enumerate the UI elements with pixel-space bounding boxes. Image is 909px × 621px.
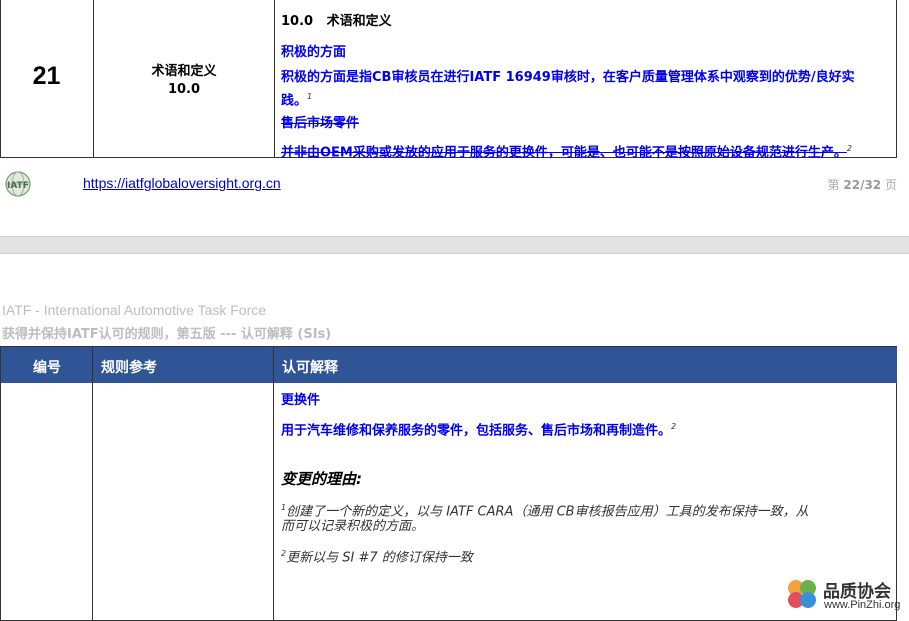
term-title-positive-aspects: 积极的方面 <box>281 45 347 60</box>
column-divider <box>273 346 274 621</box>
term-title-replacement-parts: 更换件 <box>281 393 321 408</box>
rule-reference-code: 10.0 <box>167 82 201 97</box>
column-header-rule-reference: 规则参考 <box>101 360 157 376</box>
column-header-interpretation: 认可解释 <box>282 360 338 376</box>
column-divider <box>92 346 93 621</box>
column-header-number: 编号 <box>33 360 61 376</box>
footnote-ref: 2 <box>846 144 852 153</box>
column-divider <box>274 0 275 157</box>
watermark-url: www.PinZhi.org <box>824 599 901 611</box>
watermark-logo <box>784 576 820 616</box>
term-body-replacement-parts: 用于汽车维修和保养服务的零件，包括服务、售后市场和再制造件。2 <box>281 422 677 439</box>
term-title-aftermarket-parts: 售后市场零件 <box>281 116 360 131</box>
iatf-logo: IATF <box>3 170 33 202</box>
term-body-positive-aspects: 积极的方面是指CB审核员在进行IATF 16949审核时，在客户质量管理体系中观… <box>281 70 855 85</box>
reason-heading: 变更的理由: <box>281 470 362 488</box>
term-body-aftermarket-parts: 并非由OEM采购或发放的应用于服务的更换件，可能是、也可能不是按照原始设备规范进… <box>281 144 852 161</box>
section-heading: 10.0 术语和定义 <box>281 14 392 29</box>
document-title: 获得并保持IATF认可的规则，第五版 --- 认可解释 (SIs) <box>2 327 332 342</box>
reason-2: 2更新以与 SI #7 的修订保持一致 <box>281 549 473 566</box>
page-separator <box>0 236 909 254</box>
term-body-positive-aspects-cont: 践。1 <box>281 92 313 109</box>
organization-name: IATF - International Automotive Task For… <box>2 302 267 318</box>
svg-text:IATF: IATF <box>7 181 29 191</box>
page-indicator: 第 22/32 页 <box>827 178 897 192</box>
website-link[interactable]: https://iatfglobaloversight.org.cn <box>83 175 281 191</box>
footnote-ref: 1 <box>307 92 313 101</box>
reason-1-cont: 而可以记录积极的方面。 <box>281 519 425 534</box>
row-number: 21 <box>32 62 61 90</box>
rule-reference-title: 术语和定义 <box>151 64 217 79</box>
si-table <box>0 346 897 621</box>
footnote-ref: 2 <box>671 422 677 431</box>
